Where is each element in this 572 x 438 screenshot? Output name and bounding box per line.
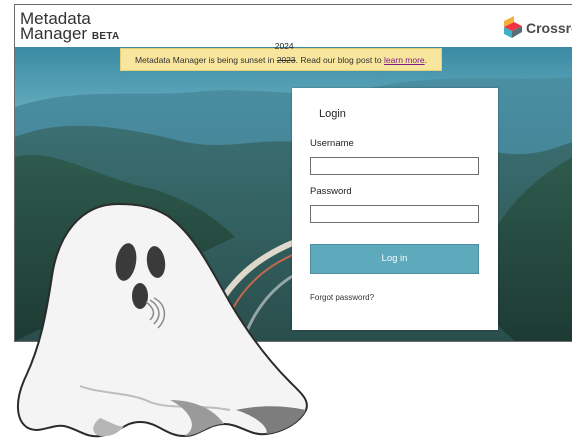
ghost-illustration (17, 202, 308, 438)
username-label: Username (310, 138, 354, 149)
banner-text-before: Metadata Manager is being sunset in (134, 55, 277, 65)
beta-badge: BETA (91, 31, 120, 42)
login-title: Login (319, 108, 346, 120)
crossref-brand-text: Crossref (526, 20, 572, 36)
log-in-button[interactable]: Log in (310, 244, 479, 274)
sunset-notice-banner: Metadata Manager is being sunset in 2023… (120, 41, 442, 71)
app-title-line2: Manager (20, 24, 88, 43)
banner-text-after: . (424, 55, 428, 65)
replacement-year: 2024 (274, 41, 294, 51)
learn-more-link[interactable]: learn more (384, 55, 425, 65)
crossref-logo-icon (504, 16, 522, 38)
app-title[interactable]: Metadata Manager BETA (20, 10, 120, 44)
struck-year: 2023 2024 (274, 41, 296, 65)
username-input[interactable] (310, 157, 479, 175)
password-input[interactable] (310, 205, 479, 223)
login-card: Login Username Password Log in Forgot pa… (292, 88, 498, 330)
banner-text-middle: . Read our blog post to (295, 55, 385, 65)
